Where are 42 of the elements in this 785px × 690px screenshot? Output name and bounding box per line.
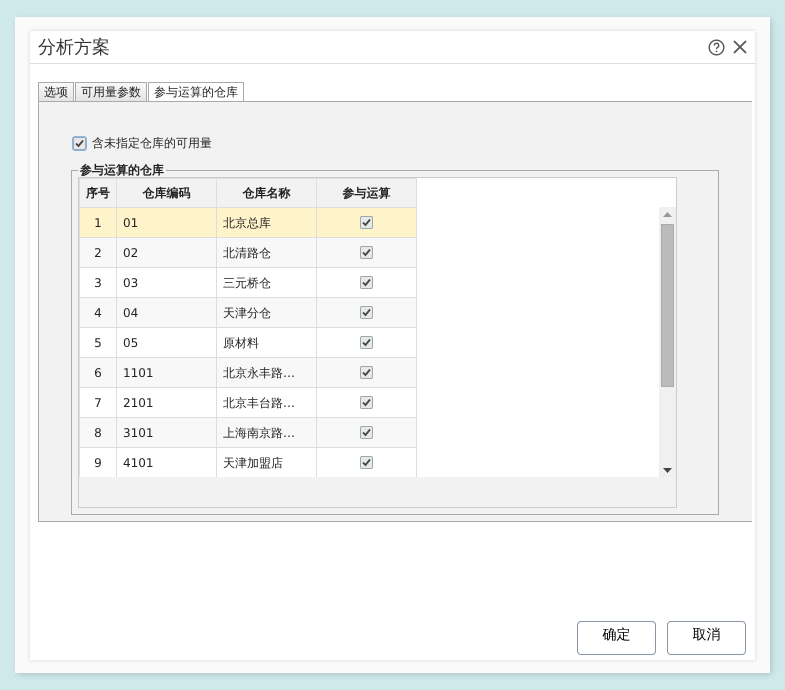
checkbox[interactable] bbox=[360, 366, 373, 378]
dialog-button[interactable]: 确定 bbox=[577, 621, 656, 655]
dialog-button[interactable]: 取消 bbox=[667, 621, 746, 655]
table-cell: 8 bbox=[80, 418, 116, 448]
checkbox[interactable] bbox=[360, 336, 373, 348]
scroll-down-icon[interactable] bbox=[663, 468, 672, 473]
table-cell: 北京总库 bbox=[216, 208, 316, 238]
table-cell: 6 bbox=[80, 358, 116, 388]
table-cell: 01 bbox=[116, 208, 216, 238]
table-cell: 1101 bbox=[116, 358, 216, 388]
table-cell: 2 bbox=[80, 238, 116, 268]
table-cell: 上海南京路… bbox=[216, 418, 316, 448]
column-header: 序号 bbox=[80, 178, 116, 208]
table-cell: 天津分仓 bbox=[216, 298, 316, 328]
tab[interactable]: 选项 bbox=[38, 82, 74, 101]
table-cell: 北京永丰路… bbox=[216, 358, 316, 388]
close-icon[interactable] bbox=[733, 40, 747, 54]
column-header: 仓库名称 bbox=[216, 178, 316, 208]
help-icon[interactable] bbox=[708, 38, 725, 56]
scroll-thumb[interactable] bbox=[661, 224, 674, 387]
checkbox[interactable] bbox=[360, 246, 373, 258]
table-cell: 4 bbox=[80, 298, 116, 328]
checkbox[interactable] bbox=[360, 456, 373, 468]
table-cell: 北清路仓 bbox=[216, 238, 316, 268]
checkbox[interactable] bbox=[73, 136, 86, 150]
table-cell: 04 bbox=[116, 298, 216, 328]
table-cell: 3101 bbox=[116, 418, 216, 448]
dialog-title: 分析方案 bbox=[38, 36, 110, 60]
tab[interactable]: 可用量参数 bbox=[75, 82, 147, 101]
scrollbar[interactable] bbox=[659, 207, 676, 478]
tab[interactable]: 参与运算的仓库 bbox=[148, 82, 244, 102]
table-cell: 02 bbox=[116, 238, 216, 268]
checkbox[interactable] bbox=[360, 306, 373, 318]
column-header: 仓库编码 bbox=[116, 178, 216, 208]
table-cell: 1 bbox=[80, 208, 116, 238]
group-legend: 参与运算的仓库 bbox=[78, 162, 166, 178]
checkbox[interactable] bbox=[360, 276, 373, 288]
checkbox-label: 含未指定仓库的可用量 bbox=[92, 135, 212, 152]
column-header: 参与运算 bbox=[316, 178, 416, 208]
checkbox[interactable] bbox=[360, 426, 373, 438]
checkbox[interactable] bbox=[360, 216, 373, 228]
checkbox[interactable] bbox=[360, 396, 373, 408]
